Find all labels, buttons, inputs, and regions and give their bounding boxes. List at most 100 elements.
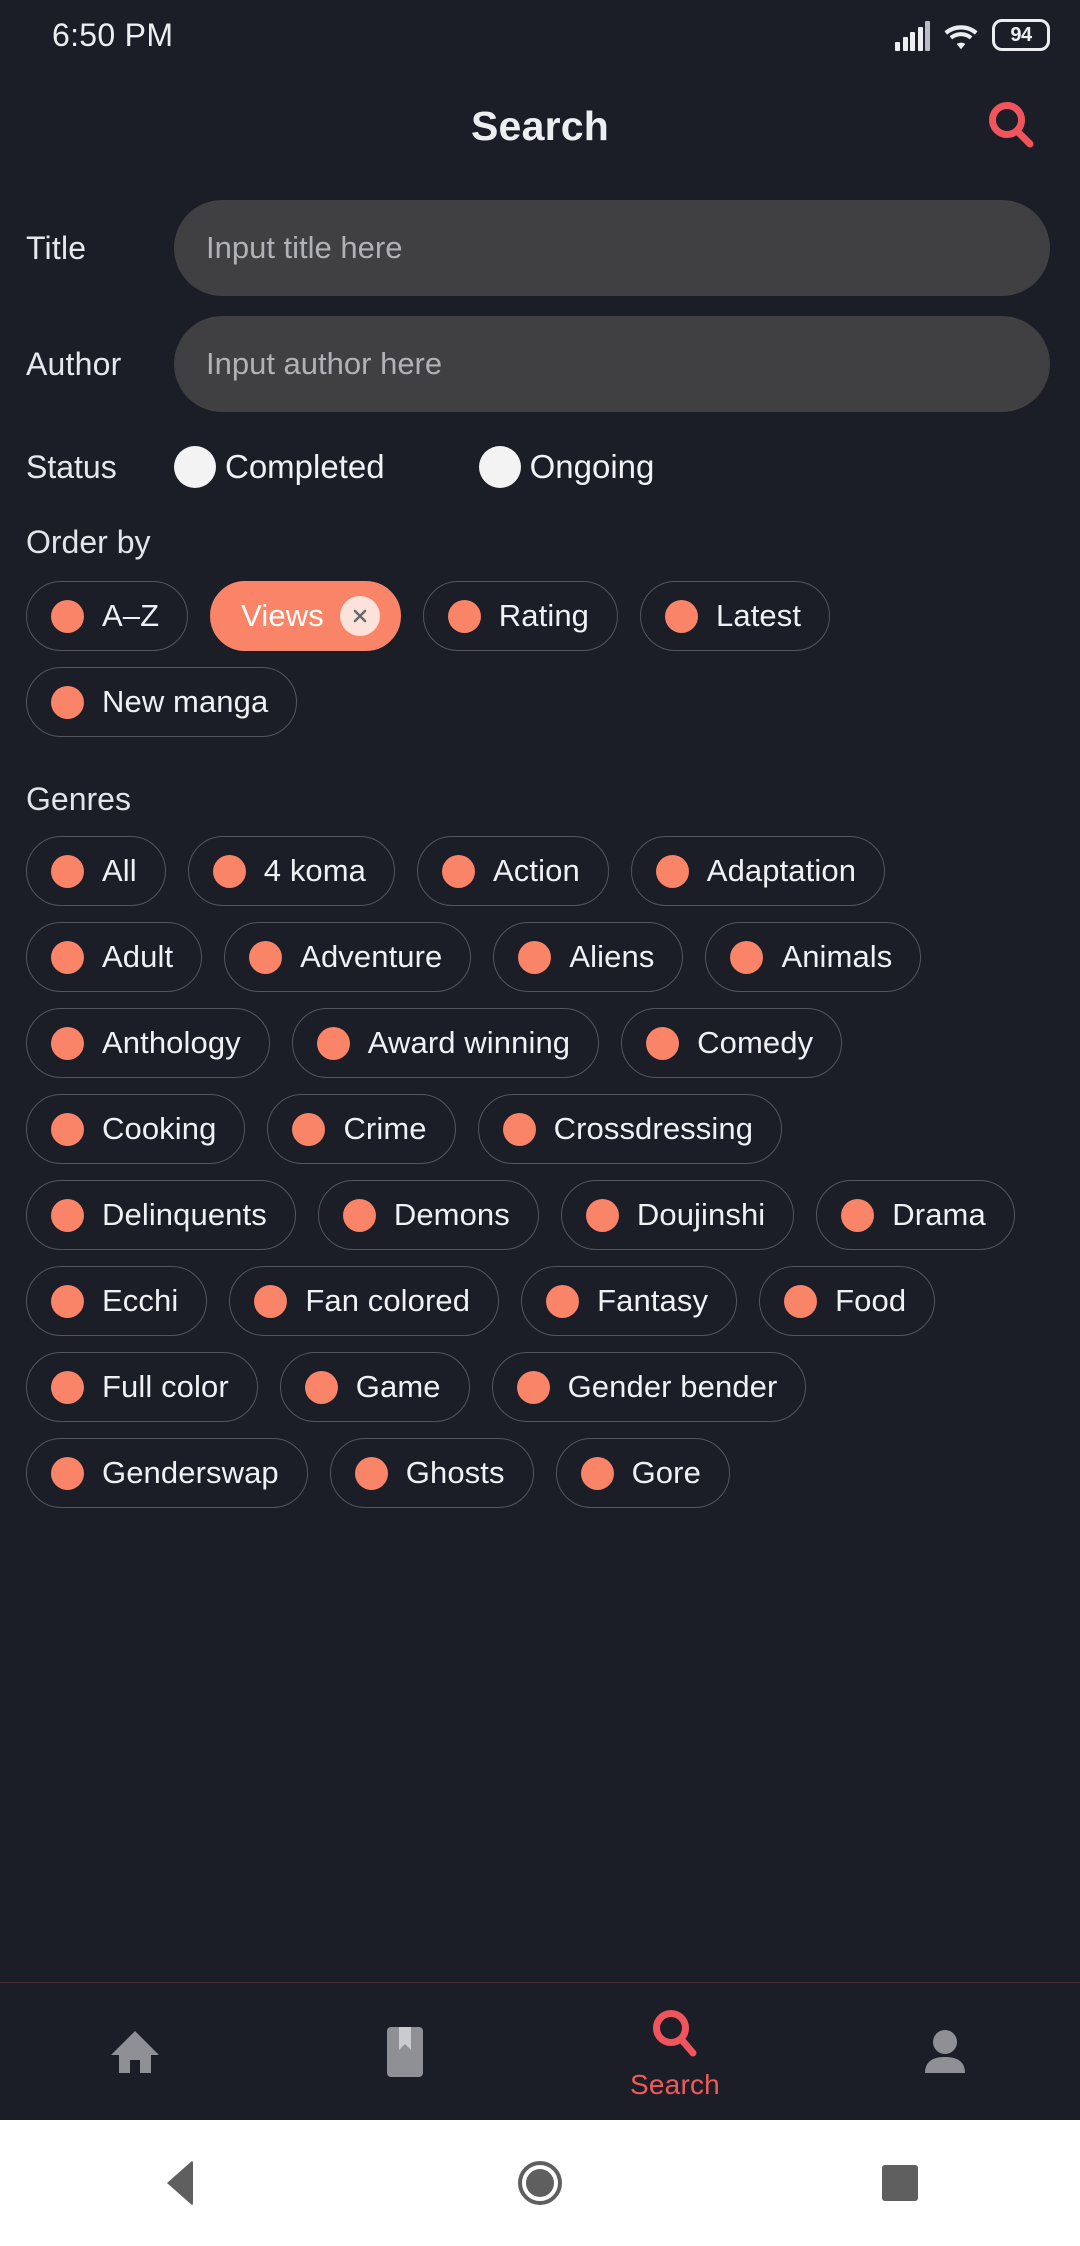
battery-level: 94 [1010, 23, 1032, 46]
status-option-label: Ongoing [529, 448, 655, 485]
author-input[interactable] [174, 316, 1050, 412]
genre-chip[interactable]: All [26, 836, 166, 906]
status-option-ongoing[interactable]: Ongoing [478, 446, 655, 488]
genre-chip[interactable]: Adaptation [630, 836, 886, 906]
order-by-chip[interactable]: New manga [26, 667, 298, 737]
chip-dot-icon [51, 1198, 84, 1232]
author-label: Author [26, 345, 122, 382]
order-by-heading: Order by [26, 524, 151, 560]
genre-chip[interactable]: Full color [26, 1352, 258, 1422]
genre-chip[interactable]: Animals [705, 922, 922, 992]
chip-dot-icon [354, 1456, 388, 1490]
back-icon[interactable] [120, 2120, 240, 2246]
genre-chip[interactable]: Adult [26, 922, 203, 992]
chip-dot-icon [447, 599, 481, 633]
genre-chip[interactable]: Game [279, 1352, 470, 1422]
chip-dot-icon [342, 1198, 376, 1232]
status-bar: 6:50 PM 94 [0, 0, 1080, 70]
person-icon [921, 2021, 969, 2083]
genre-chip-label: Genderswap [102, 1455, 279, 1490]
genre-chip-label: Aliens [569, 939, 655, 974]
nav-item-profile[interactable] [810, 1983, 1080, 2120]
genres-heading: Genres [26, 781, 131, 817]
genre-chip[interactable]: Anthology [26, 1008, 270, 1078]
chip-dot-icon [580, 1456, 614, 1490]
genre-chip-label: Adventure [300, 939, 443, 974]
genre-chip-label: Adaptation [706, 853, 857, 888]
genre-chip[interactable]: 4 koma [187, 836, 396, 906]
page-title: Search [471, 102, 609, 149]
genre-chip[interactable]: Genderswap [26, 1438, 308, 1508]
radio-icon [174, 446, 216, 488]
chip-dot-icon [51, 1112, 84, 1146]
recents-icon[interactable] [840, 2120, 960, 2246]
genre-chip[interactable]: Aliens [493, 922, 684, 992]
close-icon[interactable] [339, 596, 380, 636]
nav-item-bookmarks[interactable] [270, 1983, 540, 2120]
status-bar-icons: 94 [895, 19, 1050, 51]
chip-dot-icon [254, 1284, 288, 1318]
genre-chip[interactable]: Ghosts [329, 1438, 534, 1508]
genre-chip[interactable]: Action [417, 836, 609, 906]
genre-chip-label: Ecchi [102, 1283, 179, 1318]
status-label: Status [26, 448, 117, 485]
chip-dot-icon [304, 1370, 338, 1404]
status-option-completed[interactable]: Completed [174, 446, 385, 488]
genre-chip[interactable]: Adventure [224, 922, 472, 992]
title-input[interactable] [174, 200, 1050, 296]
genre-chip[interactable]: Fan colored [229, 1266, 500, 1336]
genre-chip[interactable]: Cooking [26, 1094, 246, 1164]
order-by-chip[interactable]: A–Z [26, 581, 189, 651]
genre-chip[interactable]: Gender bender [491, 1352, 807, 1422]
genre-chip[interactable]: Crime [267, 1094, 456, 1164]
genre-chip-label: Game [355, 1369, 441, 1404]
genre-chip[interactable]: Food [759, 1266, 936, 1336]
genre-chip-label: All [102, 853, 137, 888]
order-by-chip[interactable]: Views [210, 581, 401, 651]
genre-chip[interactable]: Ecchi [26, 1266, 208, 1336]
genre-chip[interactable]: Demons [317, 1180, 539, 1250]
order-by-chip-label: Rating [498, 598, 590, 633]
author-field-row: Author [0, 316, 1080, 412]
app-bar: Search [0, 70, 1080, 182]
chip-dot-icon [292, 1112, 326, 1146]
order-by-chip[interactable]: Rating [422, 581, 619, 651]
status-bar-time: 6:50 PM [52, 16, 174, 53]
chip-dot-icon [51, 1370, 84, 1404]
genre-chip[interactable]: Gore [555, 1438, 730, 1508]
genre-chip[interactable]: Drama [816, 1180, 1015, 1250]
genre-chip-label: Award winning [367, 1025, 571, 1060]
chip-dot-icon [784, 1284, 818, 1318]
status-field-row: Status Completed Ongoing [0, 432, 1080, 488]
signal-icon [895, 21, 930, 51]
chip-dot-icon [51, 1456, 84, 1490]
chip-dot-icon [502, 1112, 536, 1146]
chip-dot-icon [316, 1026, 350, 1060]
chip-dot-icon [51, 599, 84, 633]
search-icon[interactable] [978, 92, 1046, 160]
search-icon [649, 2003, 701, 2065]
genre-chip-label: Cooking [102, 1111, 217, 1146]
genre-chip[interactable]: Fantasy [521, 1266, 738, 1336]
genre-chip-label: Comedy [697, 1025, 814, 1060]
title-field-row: Title [0, 200, 1080, 296]
chip-dot-icon [51, 1284, 84, 1318]
nav-item-search[interactable]: Search [540, 1983, 810, 2120]
order-by-chip[interactable]: Latest [640, 581, 831, 651]
chip-dot-icon [51, 940, 84, 974]
genre-chip[interactable]: Delinquents [26, 1180, 296, 1250]
chip-dot-icon [585, 1198, 619, 1232]
home-icon[interactable] [480, 2120, 600, 2246]
genre-chip-label: Ghosts [405, 1455, 505, 1490]
search-form: Title Author Status Completed Ongoing Or… [0, 182, 1080, 1982]
genre-chip-label: Crossdressing [553, 1111, 754, 1146]
genre-chip[interactable]: Doujinshi [560, 1180, 795, 1250]
genre-chip[interactable]: Crossdressing [477, 1094, 783, 1164]
genre-chip[interactable]: Award winning [291, 1008, 600, 1078]
chip-dot-icon [51, 854, 84, 888]
nav-item-home[interactable] [0, 1983, 270, 2120]
chip-dot-icon [249, 940, 283, 974]
chip-dot-icon [646, 1026, 680, 1060]
genre-chip[interactable]: Comedy [621, 1008, 843, 1078]
status-option-label: Completed [225, 448, 385, 485]
